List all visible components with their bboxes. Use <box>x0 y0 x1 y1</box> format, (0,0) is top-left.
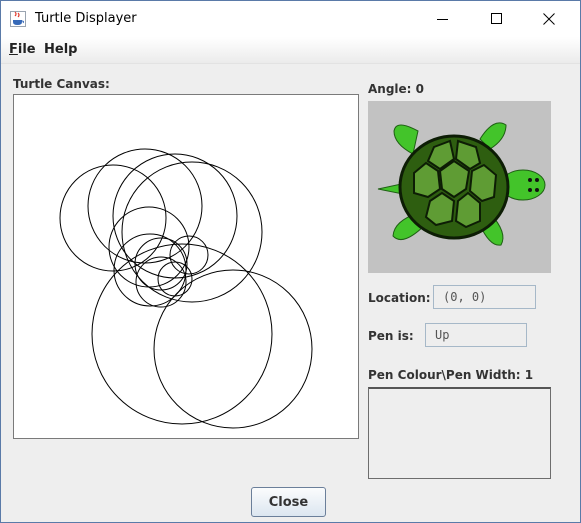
pen-state-field: Up <box>425 323 527 347</box>
pen-state-label: Pen is: <box>368 329 414 343</box>
turtle-displayer-window: Turtle Displayer File Help Turtle Canvas… <box>0 0 581 523</box>
close-icon <box>543 13 555 25</box>
maximize-icon <box>491 13 502 24</box>
menu-file-label: ile <box>17 42 36 57</box>
turtle-image <box>368 101 551 273</box>
menu-bar: File Help <box>1 37 580 64</box>
minimize-icon <box>437 19 448 20</box>
title-bar[interactable]: Turtle Displayer <box>1 1 580 37</box>
turtle-drawing <box>59 148 313 429</box>
minimize-button[interactable] <box>420 1 466 37</box>
pen-colour-label: Pen Colour\Pen Width: 1 <box>368 368 534 382</box>
close-window-button[interactable] <box>526 1 572 37</box>
menu-file-mnemonic: F <box>9 42 18 57</box>
location-label: Location: <box>368 291 431 305</box>
menu-file[interactable]: File <box>9 42 36 57</box>
close-button[interactable]: Close <box>251 487 326 517</box>
turtle-icon <box>377 122 546 246</box>
window-title: Turtle Displayer <box>35 11 137 26</box>
canvas-label: Turtle Canvas: <box>13 77 110 91</box>
maximize-button[interactable] <box>474 1 520 37</box>
angle-label: Angle: 0 <box>368 82 424 96</box>
menu-help[interactable]: Help <box>44 42 77 57</box>
location-field: (0, 0) <box>433 285 536 309</box>
java-icon <box>10 11 26 27</box>
turtle-canvas[interactable] <box>13 94 359 439</box>
pen-colour-preview <box>368 387 551 479</box>
